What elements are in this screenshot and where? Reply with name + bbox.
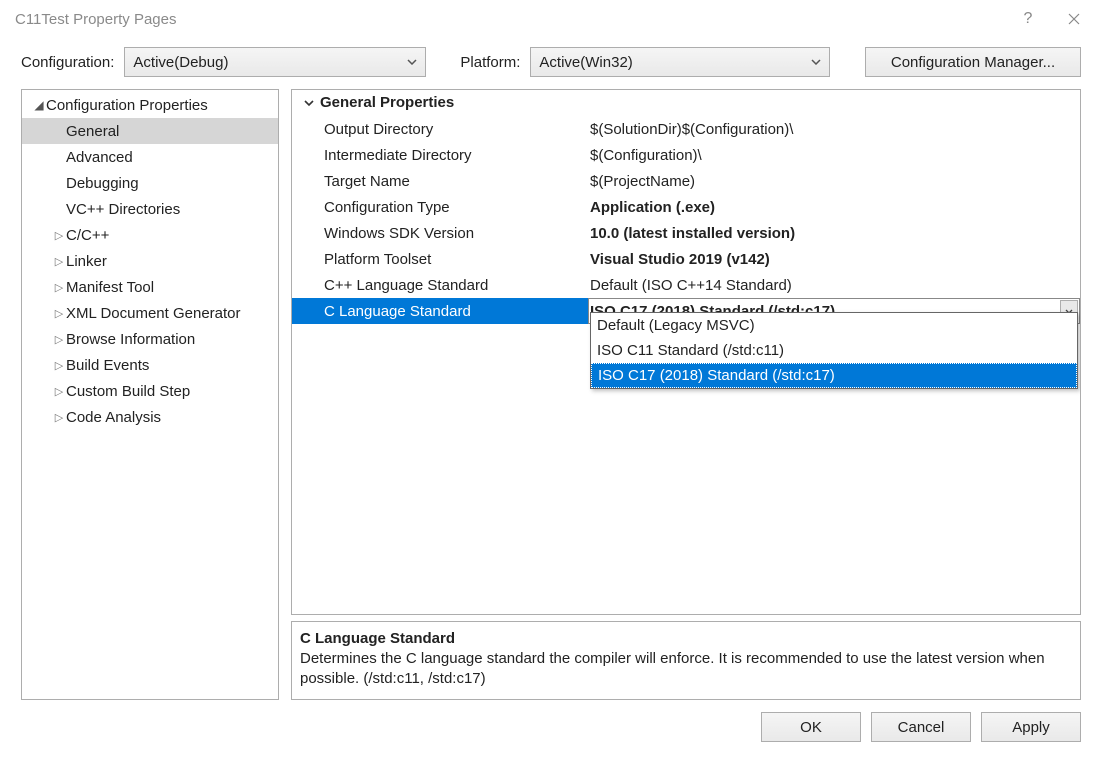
apply-button[interactable]: Apply: [981, 712, 1081, 742]
right-pane: General Properties Output Directory$(Sol…: [291, 89, 1081, 700]
help-icon: ?: [1024, 10, 1033, 28]
description-title: C Language Standard: [300, 630, 1072, 647]
tree-item[interactable]: Debugging: [22, 170, 278, 196]
ok-label: OK: [800, 719, 822, 736]
caret-right-icon: ▷: [52, 255, 66, 268]
property-name: Target Name: [292, 168, 588, 194]
tree-item[interactable]: VC++ Directories: [22, 196, 278, 222]
help-button[interactable]: ?: [1005, 3, 1051, 35]
tree-item-label: Debugging: [66, 175, 139, 192]
property-name: Output Directory: [292, 116, 588, 142]
dropdown-option[interactable]: ISO C17 (2018) Standard (/std:c17): [591, 363, 1077, 388]
platform-combo[interactable]: Active(Win32): [530, 47, 830, 77]
chevron-down-icon: [407, 59, 417, 65]
property-value: $(ProjectName): [588, 168, 1080, 194]
tree-item[interactable]: ▷Manifest Tool: [22, 274, 278, 300]
tree-item-label: Manifest Tool: [66, 279, 154, 296]
tree-item[interactable]: ▷Build Events: [22, 352, 278, 378]
chevron-down-icon: [811, 59, 821, 65]
property-value: $(SolutionDir)$(Configuration)\: [588, 116, 1080, 142]
platform-label: Platform:: [460, 54, 520, 71]
group-title: General Properties: [320, 94, 454, 111]
tree-item-label: Custom Build Step: [66, 383, 190, 400]
property-name: Windows SDK Version: [292, 220, 588, 246]
description-text: Determines the C language standard the c…: [300, 649, 1072, 690]
tree-item-label: Linker: [66, 253, 107, 270]
tree-item[interactable]: Advanced: [22, 144, 278, 170]
property-name: C++ Language Standard: [292, 272, 588, 298]
caret-right-icon: ▷: [52, 333, 66, 346]
property-row[interactable]: Windows SDK Version10.0 (latest installe…: [292, 220, 1080, 246]
tree-item[interactable]: ▷Code Analysis: [22, 404, 278, 430]
property-row[interactable]: Configuration TypeApplication (.exe): [292, 194, 1080, 220]
cancel-label: Cancel: [898, 719, 945, 736]
dialog-body: ◢ Configuration Properties General Advanc…: [1, 89, 1101, 700]
property-name: C Language Standard: [292, 298, 588, 324]
property-grid[interactable]: General Properties Output Directory$(Sol…: [291, 89, 1081, 615]
property-row[interactable]: Intermediate Directory$(Configuration)\: [292, 142, 1080, 168]
property-value: Application (.exe): [588, 194, 1080, 220]
configuration-label: Configuration:: [21, 54, 114, 71]
configuration-bar: Configuration: Active(Debug) Platform: A…: [1, 37, 1101, 89]
dropdown-option-label: ISO C17 (2018) Standard (/std:c17): [598, 367, 835, 384]
caret-right-icon: ▷: [52, 411, 66, 424]
tree-item[interactable]: ▷C/C++: [22, 222, 278, 248]
property-row[interactable]: Platform ToolsetVisual Studio 2019 (v142…: [292, 246, 1080, 272]
tree-item-label: Build Events: [66, 357, 149, 374]
dropdown-option[interactable]: Default (Legacy MSVC): [591, 313, 1077, 338]
title-bar: C11Test Property Pages ?: [1, 1, 1101, 37]
cancel-button[interactable]: Cancel: [871, 712, 971, 742]
property-row[interactable]: C++ Language StandardDefault (ISO C++14 …: [292, 272, 1080, 298]
caret-right-icon: ▷: [52, 385, 66, 398]
property-pages-window: C11Test Property Pages ? Configuration: …: [0, 0, 1102, 759]
close-button[interactable]: [1051, 3, 1097, 35]
tree-item-label: Code Analysis: [66, 409, 161, 426]
category-tree[interactable]: ◢ Configuration Properties General Advanc…: [21, 89, 279, 700]
tree-item-label: Advanced: [66, 149, 133, 166]
ok-button[interactable]: OK: [761, 712, 861, 742]
property-name: Platform Toolset: [292, 246, 588, 272]
c-language-standard-dropdown[interactable]: Default (Legacy MSVC) ISO C11 Standard (/…: [590, 312, 1078, 389]
dropdown-option-label: ISO C11 Standard (/std:c11): [597, 342, 784, 359]
property-name: Configuration Type: [292, 194, 588, 220]
tree-item-label: Browse Information: [66, 331, 195, 348]
tree-item-label: VC++ Directories: [66, 201, 180, 218]
tree-item[interactable]: ▷Linker: [22, 248, 278, 274]
group-header[interactable]: General Properties: [292, 90, 1080, 116]
dialog-footer: OK Cancel Apply: [1, 700, 1101, 758]
tree-item[interactable]: ▷Custom Build Step: [22, 378, 278, 404]
caret-right-icon: ▷: [52, 307, 66, 320]
configuration-value: Active(Debug): [133, 54, 228, 71]
close-icon: [1068, 13, 1080, 25]
property-row[interactable]: Output Directory$(SolutionDir)$(Configur…: [292, 116, 1080, 142]
platform-value: Active(Win32): [539, 54, 632, 71]
property-name: Intermediate Directory: [292, 142, 588, 168]
window-title: C11Test Property Pages: [15, 11, 1005, 28]
configuration-manager-button[interactable]: Configuration Manager...: [865, 47, 1081, 77]
dropdown-option[interactable]: ISO C11 Standard (/std:c11): [591, 338, 1077, 363]
tree-item[interactable]: ▷XML Document Generator: [22, 300, 278, 326]
caret-right-icon: ▷: [52, 281, 66, 294]
caret-right-icon: ▷: [52, 359, 66, 372]
property-value: Visual Studio 2019 (v142): [588, 246, 1080, 272]
caret-right-icon: ▷: [52, 229, 66, 242]
tree-item-label: XML Document Generator: [66, 305, 241, 322]
tree-item[interactable]: General: [22, 118, 278, 144]
tree-root-configuration-properties[interactable]: ◢ Configuration Properties: [22, 92, 278, 118]
description-panel: C Language Standard Determines the C lan…: [291, 621, 1081, 701]
tree-item-label: C/C++: [66, 227, 109, 244]
chevron-down-icon: [300, 99, 318, 107]
property-value: 10.0 (latest installed version): [588, 220, 1080, 246]
tree-root-label: Configuration Properties: [46, 97, 208, 114]
property-row[interactable]: Target Name$(ProjectName): [292, 168, 1080, 194]
property-value: Default (ISO C++14 Standard): [588, 272, 1080, 298]
dropdown-option-label: Default (Legacy MSVC): [597, 317, 755, 334]
configuration-combo[interactable]: Active(Debug): [124, 47, 426, 77]
tree-item-label: General: [66, 123, 119, 140]
tree-item[interactable]: ▷Browse Information: [22, 326, 278, 352]
caret-down-icon: ◢: [32, 98, 46, 112]
property-value: $(Configuration)\: [588, 142, 1080, 168]
configuration-manager-label: Configuration Manager...: [891, 54, 1055, 71]
apply-label: Apply: [1012, 719, 1050, 736]
